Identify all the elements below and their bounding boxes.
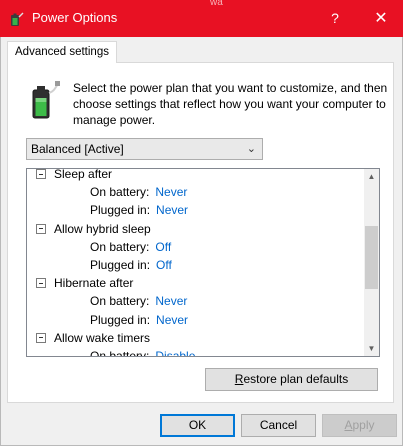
tree-setting[interactable]: On battery: Never (27, 183, 363, 201)
collapse-toggle-icon[interactable] (36, 169, 46, 179)
scroll-down-arrow-icon[interactable]: ▼ (364, 341, 379, 356)
tree-setting[interactable]: Plugged in: Off (27, 256, 363, 274)
window-title: Power Options (32, 10, 118, 25)
tab-panel: Select the power plan that you want to c… (7, 62, 394, 403)
tree-category-label: Sleep after (54, 168, 113, 181)
ok-button[interactable]: OK (160, 414, 235, 437)
tree-setting-label: Plugged in: (90, 257, 151, 272)
tree-setting-label: On battery: (90, 185, 150, 200)
close-button[interactable]: ✕ (359, 0, 403, 37)
scroll-up-arrow-icon[interactable]: ▲ (364, 169, 379, 184)
collapse-toggle-icon[interactable] (36, 223, 46, 234)
apply-label: pply (352, 418, 375, 432)
tree-setting-label: On battery: (90, 294, 150, 309)
tree-setting-value-link[interactable]: Never (155, 185, 187, 199)
tree-setting-label: On battery: (90, 239, 150, 254)
settings-tree[interactable]: Sleep after On battery: Never Plugged in: Ne… (26, 168, 380, 357)
collapse-toggle-icon[interactable] (36, 332, 46, 343)
restore-plan-defaults-button[interactable]: Restore plan defaults (205, 368, 378, 391)
tree-setting[interactable]: On battery: Never (27, 292, 363, 310)
vertical-scrollbar[interactable]: ▲ ▼ (364, 169, 379, 356)
power-plan-value: Balanced [Active] (31, 142, 124, 156)
help-button[interactable]: ? (313, 0, 357, 37)
background-window-text: wa (210, 0, 223, 8)
tree-category[interactable]: Allow hybrid sleep (27, 220, 363, 238)
cancel-button[interactable]: Cancel (241, 414, 316, 437)
restore-label: estore plan defaults (243, 372, 349, 386)
chevron-down-icon: ⌄ (246, 143, 256, 155)
apply-button[interactable]: Apply (322, 414, 397, 437)
tree-category-label: Hibernate after (54, 276, 134, 291)
tree-category-label: Allow wake timers (54, 330, 151, 345)
collapse-toggle-icon[interactable] (36, 278, 46, 289)
power-options-icon (8, 11, 24, 27)
tree-setting-value-link[interactable]: Off (155, 240, 171, 254)
tab-advanced-settings[interactable]: Advanced settings (7, 41, 117, 63)
title-bar[interactable]: wa Power Options ? ✕ (0, 0, 403, 37)
tree-category[interactable]: Allow wake timers (27, 329, 363, 347)
apply-accelerator: A (344, 418, 353, 432)
tree-setting-value-link[interactable]: Never (156, 313, 188, 327)
tree-setting-value-link[interactable]: Never (156, 203, 188, 217)
scrollbar-thumb[interactable] (365, 226, 378, 289)
settings-tree-list: Sleep after On battery: Never Plugged in: Ne… (27, 168, 363, 357)
tree-setting-label: Plugged in: (90, 312, 151, 327)
tree-setting[interactable]: On battery: Disable (27, 347, 363, 357)
tree-category[interactable]: Sleep after (27, 168, 363, 183)
description-text: Select the power plan that you want to c… (73, 81, 388, 127)
tree-setting[interactable]: Plugged in: Never (27, 311, 363, 329)
tree-category-label: Allow hybrid sleep (54, 221, 151, 236)
tree-setting[interactable]: On battery: Off (27, 238, 363, 256)
dialog-body: Advanced settings Select the power plan … (0, 37, 403, 446)
tree-setting-value-link[interactable]: Off (156, 258, 172, 272)
tree-setting-label: Plugged in: (90, 203, 151, 218)
tree-category[interactable]: Hibernate after (27, 274, 363, 292)
tree-setting-value-link[interactable]: Never (155, 294, 187, 308)
tree-setting[interactable]: Plugged in: Never (27, 201, 363, 219)
power-plan-dropdown[interactable]: Balanced [Active] ⌄ (26, 138, 263, 160)
battery-plug-icon (25, 81, 61, 121)
tree-setting-label: On battery: (90, 348, 150, 357)
tree-setting-value-link[interactable]: Disable (155, 349, 195, 356)
